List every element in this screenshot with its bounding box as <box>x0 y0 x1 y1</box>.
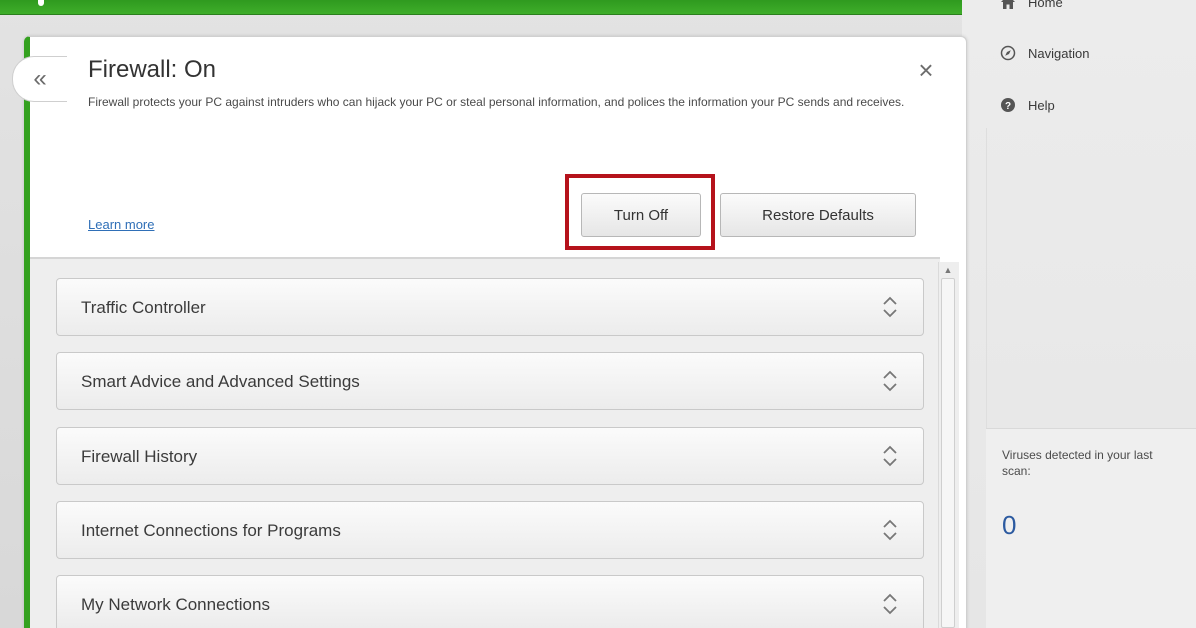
home-icon <box>1000 0 1016 10</box>
sidebar-item-label: Help <box>1028 97 1055 113</box>
top-bar-marker <box>38 0 44 6</box>
expand-collapse-icon[interactable] <box>879 367 901 395</box>
section-smart-advice[interactable]: Smart Advice and Advanced Settings <box>56 352 924 410</box>
section-label: Internet Connections for Programs <box>81 521 341 540</box>
section-firewall-history[interactable]: Firewall History <box>56 427 924 485</box>
svg-text:?: ? <box>1005 101 1011 112</box>
sidebar-item-home[interactable]: Home <box>1000 0 1063 10</box>
expand-collapse-icon[interactable] <box>879 516 901 544</box>
section-label: Firewall History <box>81 447 198 466</box>
sidebar-item-label: Navigation <box>1028 45 1090 61</box>
back-button[interactable]: « <box>12 56 67 102</box>
sidebar-item-help[interactable]: ? Help <box>1000 97 1055 113</box>
section-label: My Network Connections <box>81 595 270 614</box>
expand-collapse-icon[interactable] <box>879 293 901 321</box>
virus-summary-label: Viruses detected in your last scan: <box>1002 448 1153 478</box>
close-icon: × <box>918 54 934 85</box>
sidebar-item-navigation[interactable]: Navigation <box>1000 45 1089 61</box>
close-button[interactable]: × <box>912 54 940 85</box>
section-label: Smart Advice and Advanced Settings <box>81 372 360 391</box>
scrollbar-thumb[interactable] <box>941 278 955 628</box>
panel-description: Firewall protects your PC against intrud… <box>88 95 905 109</box>
compass-icon <box>1000 45 1016 61</box>
section-traffic-controller[interactable]: Traffic Controller <box>56 278 924 336</box>
expand-collapse-icon[interactable] <box>879 442 901 470</box>
scroll-up-arrow-icon[interactable]: ▲ <box>941 264 955 276</box>
restore-defaults-button[interactable]: Restore Defaults <box>720 193 916 237</box>
double-chevron-left-icon: « <box>33 65 47 92</box>
virus-count: 0 <box>1002 510 1017 540</box>
page-title: Firewall: On <box>88 56 217 83</box>
sidebar-divider <box>986 128 987 428</box>
turn-off-button[interactable]: Turn Off <box>581 193 701 237</box>
help-icon: ? <box>1000 97 1016 113</box>
learn-more-link[interactable]: Learn more <box>88 217 154 232</box>
expand-collapse-icon[interactable] <box>879 590 901 618</box>
section-network-connections[interactable]: My Network Connections <box>56 575 924 628</box>
top-bar <box>0 0 962 15</box>
sidebar-item-label: Home <box>1028 0 1063 10</box>
section-internet-connections[interactable]: Internet Connections for Programs <box>56 501 924 559</box>
section-label: Traffic Controller <box>81 298 206 317</box>
